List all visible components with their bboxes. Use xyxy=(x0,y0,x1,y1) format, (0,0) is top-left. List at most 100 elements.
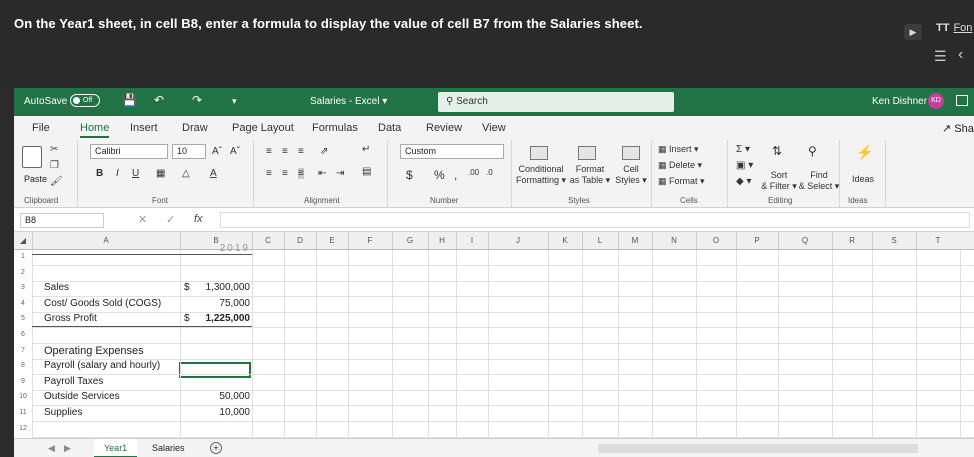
currency-icon[interactable]: $ xyxy=(406,168,413,182)
decrease-decimal-icon[interactable]: .0 xyxy=(486,168,493,177)
paste-icon[interactable] xyxy=(22,146,42,168)
search-box[interactable]: ⚲ Search xyxy=(438,92,674,112)
fill-icon[interactable]: ▣ ▾ xyxy=(736,160,753,171)
cell-styles-button[interactable]: Cell Styles ▾ xyxy=(612,164,650,186)
italic-icon[interactable]: I xyxy=(116,168,119,179)
column-separator[interactable] xyxy=(456,232,457,250)
cancel-icon[interactable]: ✕ xyxy=(138,213,147,226)
avatar[interactable]: KD xyxy=(928,93,944,109)
row-header-10[interactable]: 10 xyxy=(14,393,32,400)
find-select-icon[interactable]: ⚲ xyxy=(808,144,817,158)
column-header-k[interactable]: K xyxy=(548,236,582,245)
number-format-select[interactable]: Custom xyxy=(400,144,504,159)
font-name-select[interactable]: Calibri xyxy=(90,144,168,159)
format-as-table-button[interactable]: Format as Table ▾ xyxy=(568,164,612,186)
tab-formulas[interactable]: Formulas xyxy=(312,122,358,134)
font-size-button[interactable]: TT Fon xyxy=(936,22,972,34)
cell-styles-icon[interactable] xyxy=(622,146,640,160)
tab-insert[interactable]: Insert xyxy=(130,122,158,134)
font-color-icon[interactable]: A xyxy=(210,168,217,179)
horizontal-scrollbar[interactable] xyxy=(598,444,918,453)
conditional-formatting-button[interactable]: Conditional Formatting ▾ xyxy=(514,164,568,186)
find-select-button[interactable]: Find & Select ▾ xyxy=(798,170,840,192)
formula-input[interactable] xyxy=(220,212,970,228)
cell-a8[interactable]: Payroll (salary and hourly) xyxy=(44,360,160,371)
column-separator[interactable] xyxy=(392,232,393,250)
delete-cells-button[interactable]: ▦ Delete ▾ xyxy=(658,160,702,171)
format-as-table-icon[interactable] xyxy=(578,146,596,160)
row-header-4[interactable]: 4 xyxy=(14,300,32,307)
align-center-icon[interactable]: ≡ xyxy=(282,168,288,179)
column-separator[interactable] xyxy=(736,232,737,250)
column-separator[interactable] xyxy=(428,232,429,250)
column-separator[interactable] xyxy=(316,232,317,250)
share-button[interactable]: ↗ Sha xyxy=(942,122,974,135)
cell-a10[interactable]: Outside Services xyxy=(44,391,120,402)
row-header-6[interactable]: 6 xyxy=(14,331,32,338)
selected-cell-b8[interactable] xyxy=(179,362,251,378)
audio-icon[interactable]: ▶ xyxy=(904,24,922,40)
tab-page-layout[interactable]: Page Layout xyxy=(232,122,294,134)
sheet-tab-salaries[interactable]: Salaries xyxy=(142,439,195,457)
column-separator[interactable] xyxy=(180,232,181,250)
fill-color-icon[interactable]: △ xyxy=(182,168,190,179)
autosave-toggle[interactable]: Off xyxy=(70,94,100,107)
cell-a9[interactable]: Payroll Taxes xyxy=(44,376,103,387)
tab-review[interactable]: Review xyxy=(426,122,462,134)
cell-a4[interactable]: Cost/ Goods Sold (COGS) xyxy=(44,298,161,309)
column-header-o[interactable]: O xyxy=(696,236,736,245)
next-sheet-icon[interactable]: ▶ xyxy=(64,443,71,454)
column-header-r[interactable]: R xyxy=(832,236,872,245)
row-header-11[interactable]: 11 xyxy=(14,409,32,416)
sheet-tab-year1[interactable]: Year1 xyxy=(94,439,138,457)
column-header-h[interactable]: H xyxy=(428,236,456,245)
column-header-q[interactable]: Q xyxy=(778,236,832,245)
row-header-5[interactable]: 5 xyxy=(14,315,32,322)
column-header-j[interactable]: J xyxy=(488,236,548,245)
column-separator[interactable] xyxy=(778,232,779,250)
column-separator[interactable] xyxy=(696,232,697,250)
row-header-2[interactable]: 2 xyxy=(14,269,32,276)
comma-style-icon[interactable]: , xyxy=(454,168,457,182)
conditional-formatting-icon[interactable] xyxy=(530,146,548,160)
cell-b4[interactable]: 75,000 xyxy=(219,298,250,309)
add-sheet-icon[interactable]: + xyxy=(210,442,222,454)
insert-cells-button[interactable]: ▦ Insert ▾ xyxy=(658,144,699,155)
list-icon[interactable]: ☰ xyxy=(934,48,947,65)
row-header-8[interactable]: 8 xyxy=(14,362,32,369)
autosum-icon[interactable]: Σ ▾ xyxy=(736,144,750,155)
column-header-a[interactable]: A xyxy=(32,236,180,245)
increase-font-icon[interactable]: Aˆ xyxy=(212,146,222,157)
row-header-7[interactable]: 7 xyxy=(14,347,32,354)
column-separator[interactable] xyxy=(488,232,489,250)
underline-icon[interactable]: U xyxy=(132,168,139,179)
align-bottom-icon[interactable]: ≡ xyxy=(298,146,304,157)
chevron-left-icon[interactable]: ‹ xyxy=(958,46,963,64)
column-header-g[interactable]: G xyxy=(392,236,428,245)
column-header-n[interactable]: N xyxy=(652,236,696,245)
save-icon[interactable]: 💾 xyxy=(122,93,137,107)
column-header-l[interactable]: L xyxy=(582,236,618,245)
align-right-icon[interactable]: ≡ xyxy=(298,168,304,179)
select-all-corner[interactable]: ◢ xyxy=(16,236,30,245)
customize-toolbar-icon[interactable]: ▾ xyxy=(232,96,237,107)
column-separator[interactable] xyxy=(832,232,833,250)
column-header-f[interactable]: F xyxy=(348,236,392,245)
align-middle-icon[interactable]: ≡ xyxy=(282,146,288,157)
column-separator[interactable] xyxy=(548,232,549,250)
increase-decimal-icon[interactable]: .00 xyxy=(468,168,479,177)
insert-function-icon[interactable]: fx xyxy=(194,213,203,225)
bold-icon[interactable]: B xyxy=(96,168,103,179)
column-separator[interactable] xyxy=(32,232,33,250)
column-separator[interactable] xyxy=(618,232,619,250)
column-header-d[interactable]: D xyxy=(284,236,316,245)
row-header-9[interactable]: 9 xyxy=(14,378,32,385)
cut-icon[interactable]: ✂ xyxy=(50,144,58,155)
align-top-icon[interactable]: ≡ xyxy=(266,146,272,157)
cell-b1[interactable]: 2019 xyxy=(220,243,250,254)
cell-b11[interactable]: 10,000 xyxy=(219,407,250,418)
orientation-icon[interactable]: ⇗ xyxy=(320,146,328,157)
cell-a7[interactable]: Operating Expenses xyxy=(44,345,144,357)
cell-b3[interactable]: 1,300,000 xyxy=(206,282,251,293)
format-painter-icon[interactable]: 🖌 xyxy=(50,176,63,187)
